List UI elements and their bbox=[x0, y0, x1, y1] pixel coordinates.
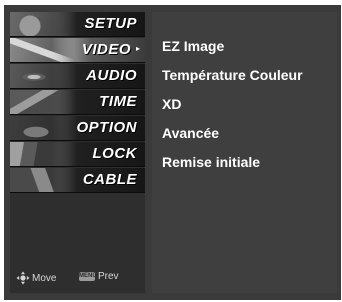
lock-image bbox=[10, 142, 74, 166]
menu-item-label: VIDEO bbox=[81, 41, 131, 58]
submenu-item-reset[interactable]: Remise initiale bbox=[162, 154, 260, 170]
main-menu-sidebar: SETUP VIDEO ▸ AUDIO TIME OPTION LOCK CAB… bbox=[10, 12, 145, 293]
menu-key-icon: MENU bbox=[79, 272, 97, 281]
menu-item-time[interactable]: TIME bbox=[10, 90, 145, 115]
video-image bbox=[10, 38, 74, 62]
antenna-image bbox=[10, 12, 74, 36]
menu-item-label: LOCK bbox=[92, 145, 137, 162]
dpad-icon bbox=[16, 271, 30, 285]
clock-image bbox=[10, 90, 74, 114]
prev-hint: MENU Prev bbox=[79, 271, 119, 282]
osd-menu: SETUP VIDEO ▸ AUDIO TIME OPTION LOCK CAB… bbox=[4, 5, 341, 300]
chevron-right-icon: ▸ bbox=[135, 44, 140, 53]
menu-item-setup[interactable]: SETUP bbox=[10, 12, 145, 37]
menu-item-label: TIME bbox=[99, 93, 137, 110]
move-hint: Move bbox=[16, 271, 56, 285]
cable-image bbox=[10, 168, 74, 192]
menu-item-video[interactable]: VIDEO ▸ bbox=[10, 38, 145, 63]
menu-item-label: SETUP bbox=[84, 15, 137, 32]
submenu-item-xd[interactable]: XD bbox=[162, 96, 181, 112]
move-label: Move bbox=[32, 272, 57, 284]
menu-item-audio[interactable]: AUDIO bbox=[10, 64, 145, 89]
menu-item-cable[interactable]: CABLE bbox=[10, 168, 145, 193]
navigation-hints: Move MENU Prev bbox=[16, 271, 144, 287]
menu-item-label: CABLE bbox=[82, 171, 137, 188]
speaker-image bbox=[10, 64, 74, 88]
menu-item-option[interactable]: OPTION bbox=[10, 116, 145, 141]
video-submenu: EZ Image Température Couleur XD Avancée … bbox=[152, 12, 337, 293]
submenu-item-ez-image[interactable]: EZ Image bbox=[162, 38, 224, 54]
menu-item-label: AUDIO bbox=[86, 67, 137, 84]
option-image bbox=[10, 116, 74, 140]
prev-label: Prev bbox=[98, 271, 119, 282]
menu-item-label: OPTION bbox=[76, 119, 137, 136]
menu-item-lock[interactable]: LOCK bbox=[10, 142, 145, 167]
submenu-item-advanced[interactable]: Avancée bbox=[162, 125, 219, 141]
submenu-item-color-temperature[interactable]: Température Couleur bbox=[162, 67, 303, 83]
